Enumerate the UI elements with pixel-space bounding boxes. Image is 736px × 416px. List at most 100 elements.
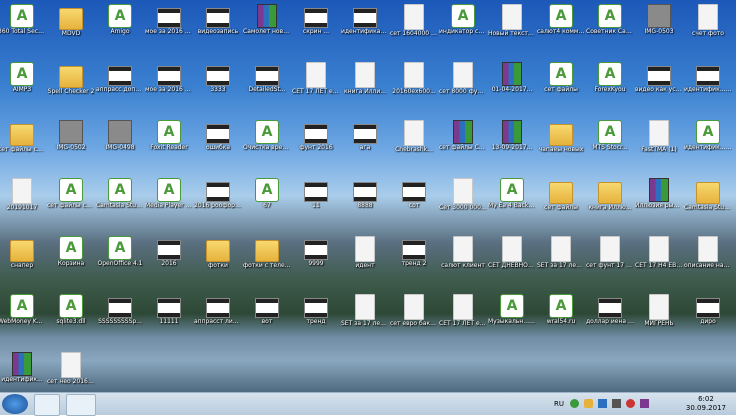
- desktop-icon[interactable]: 3333: [196, 62, 240, 106]
- desktop-icon[interactable]: Aсет файлы: [539, 62, 583, 106]
- desktop-icon[interactable]: 11111: [147, 294, 191, 338]
- desktop-icon[interactable]: фунт 2016: [294, 120, 338, 164]
- desktop-icon[interactable]: тренд 2: [392, 236, 436, 280]
- desktop-icon[interactable]: Spell Checker 2: [48, 62, 94, 106]
- desktop-icon[interactable]: сот: [392, 178, 436, 222]
- desktop-icon[interactable]: AМузыкальн... конвертер: [488, 294, 536, 338]
- desktop-icon[interactable]: AОчистка временн...: [243, 120, 291, 164]
- desktop-icon[interactable]: скрин ...: [294, 4, 338, 48]
- desktop-icon[interactable]: тренд: [294, 294, 338, 338]
- desktop-icon[interactable]: 2016: [147, 236, 191, 280]
- desktop-icon[interactable]: аппрасс доплата: [96, 62, 144, 106]
- desktop-icon[interactable]: видеозапись: [196, 4, 240, 48]
- desktop-icon[interactable]: СЕТ 17 Н4 ЕВРО БАКС...: [635, 236, 683, 280]
- desktop-icon[interactable]: сет нео 2016.set: [47, 352, 95, 392]
- desktop-icon[interactable]: A 67: [245, 178, 289, 222]
- desktop-icon[interactable]: Сет 3000 000 за 2016 до...: [439, 178, 487, 222]
- desktop-icon[interactable]: A MTS Stocr...: [588, 120, 632, 164]
- desktop-icon[interactable]: СЕТ 17 ЛЕТ евро бакс...: [292, 62, 340, 106]
- desktop-icon[interactable]: СЕТ 17 ЛЕТ евро бакс...: [439, 294, 487, 338]
- desktop-icon[interactable]: сет файлы: [539, 178, 583, 222]
- desktop-icon[interactable]: A ForexKyou: [588, 62, 632, 106]
- desktop-icon[interactable]: видео как установить...: [635, 62, 683, 106]
- desktop-icon[interactable]: ошибка: [196, 120, 240, 164]
- desktop-icon[interactable]: сет фунт 17 лет.set: [586, 236, 634, 280]
- desktop-icon[interactable]: A360 Total Security: [0, 4, 46, 48]
- desktop-icon[interactable]: чапаеы новых: [539, 120, 583, 164]
- desktop-icon[interactable]: AMedia Player Classic: [145, 178, 193, 222]
- desktop-icon[interactable]: салют клиент: [441, 236, 485, 280]
- desktop-icon[interactable]: идент: [343, 236, 387, 280]
- desktop-icon[interactable]: аппрасст лишни...: [194, 294, 242, 338]
- desktop-icon[interactable]: AMy Ea 4 BackUp 2: [488, 178, 536, 222]
- desktop-icon[interactable]: МИГРЕНЬ: [637, 294, 681, 338]
- volume-icon[interactable]: [612, 399, 621, 408]
- desktop-icon[interactable]: SET за 17 лет прибыль...: [341, 294, 389, 338]
- desktop-icon[interactable]: фотки: [196, 236, 240, 280]
- desktop-icon[interactable]: Asqlite3.dll: [49, 294, 93, 338]
- desktop-icon[interactable]: сет евро бакс Н1 с...: [390, 294, 438, 338]
- desktop-icon[interactable]: AСоветник Салют 2 А...: [586, 4, 634, 48]
- desktop-icon[interactable]: Aсет файлы салюта: [47, 178, 95, 222]
- desktop-icon[interactable]: сет файлы салюта: [0, 120, 46, 164]
- desktop-icon[interactable]: Aиндикатор совестникл...: [439, 4, 487, 48]
- desktop-icon[interactable]: 13-09-2017...: [490, 120, 534, 164]
- desktop-icon[interactable]: SET за 17 лет прибыль...: [537, 236, 585, 280]
- desktop-icon[interactable]: Aидентифик... (2): [684, 120, 732, 164]
- desktop-icon[interactable]: A Корзина: [49, 236, 93, 280]
- desktop-icon[interactable]: мое за 2016 год: [145, 62, 193, 106]
- flag-tray-icon[interactable]: [584, 399, 593, 408]
- desktop-icon[interactable]: Новый текстов...: [488, 4, 536, 48]
- desktop-icon[interactable]: сет 1604000 евро фото...: [390, 4, 438, 48]
- start-button[interactable]: [2, 394, 28, 414]
- desktop-icon[interactable]: вот: [245, 294, 289, 338]
- desktop-icon[interactable]: Самолет нового: [243, 4, 291, 48]
- taskbar-app-amigo[interactable]: [34, 394, 60, 416]
- taskbar-app-camtasia[interactable]: [66, 394, 96, 416]
- desktop-icon[interactable]: СЕТ ДНЕВНОЙ С...: [488, 236, 536, 280]
- desktop-icon[interactable]: 8888: [343, 178, 387, 222]
- desktop-icon[interactable]: Aсалют4 комментарии: [537, 4, 585, 48]
- desktop-icon[interactable]: книга Иллю...: [588, 178, 632, 222]
- desktop-icon[interactable]: доллар иена 2016: [586, 294, 634, 338]
- app-tray-icon[interactable]: [640, 399, 649, 408]
- desktop-icon[interactable]: идентифик...: [0, 352, 44, 392]
- language-indicator[interactable]: RU: [554, 400, 564, 408]
- desktop-icon[interactable]: AWebMoney Keeper W...: [0, 294, 46, 338]
- desktop-icon[interactable]: описание настроек: [684, 236, 732, 280]
- desktop-icon[interactable]: Awral54.ru: [539, 294, 583, 338]
- desktop-icon[interactable]: фотки с телефона: [243, 236, 291, 280]
- desktop-icon[interactable]: DetailedSt...: [245, 62, 289, 106]
- desktop-icon[interactable]: сет 8000 фунт доля...: [439, 62, 487, 106]
- desktop-icon[interactable]: SSSSSSSSSp...: [98, 294, 142, 338]
- desktop-icon[interactable]: книга Илли...: [343, 62, 387, 106]
- desktop-icon[interactable]: Camtasia Studio 8.6: [684, 178, 732, 222]
- desktop-icon[interactable]: мое за 2016 подарок: [145, 4, 193, 48]
- desktop-icon[interactable]: 01-04-2017...: [490, 62, 534, 106]
- desktop-icon[interactable]: A Amigo: [98, 4, 142, 48]
- desktop-icon[interactable]: снапер: [0, 236, 44, 280]
- desktop-icon[interactable]: Иллюзия рынка: [635, 178, 683, 222]
- desktop-icon[interactable]: A AIMP3: [0, 62, 44, 106]
- desktop-icon[interactable]: 20160ex600...: [392, 62, 436, 106]
- desktop-icon[interactable]: 9999: [294, 236, 338, 280]
- desktop-icon[interactable]: ACamtasia Studio 6: [96, 178, 144, 222]
- desktop-icon[interactable]: FastTMA (1): [637, 120, 681, 164]
- security-tray-icon[interactable]: [570, 399, 579, 408]
- desktop-icon[interactable]: 11: [294, 178, 338, 222]
- desktop-icon[interactable]: сет файлы САЛЮТА: [439, 120, 487, 164]
- desktop-icon[interactable]: 2016 роофорекс: [194, 178, 242, 222]
- network-tray-icon[interactable]: [598, 399, 607, 408]
- desktop-icon[interactable]: Chebrashk...: [392, 120, 436, 164]
- desktop-icon[interactable]: IMG-0503: [637, 4, 681, 48]
- desktop-icon[interactable]: MDVD: [49, 4, 93, 48]
- desktop-icon[interactable]: IMG-0498: [98, 120, 142, 164]
- clock[interactable]: 6:02 30.09.2017: [686, 395, 726, 413]
- desktop-icon[interactable]: A Foxit Reader: [147, 120, 191, 164]
- desktop-icon[interactable]: 20191017: [0, 178, 44, 222]
- desktop-icon[interactable]: счет фото: [686, 4, 730, 48]
- desktop-icon[interactable]: IMG-0502: [49, 120, 93, 164]
- desktop-icon[interactable]: идентифик... счета: [684, 62, 732, 106]
- desktop-icon[interactable]: диро: [686, 294, 730, 338]
- alert-tray-icon[interactable]: [626, 399, 635, 408]
